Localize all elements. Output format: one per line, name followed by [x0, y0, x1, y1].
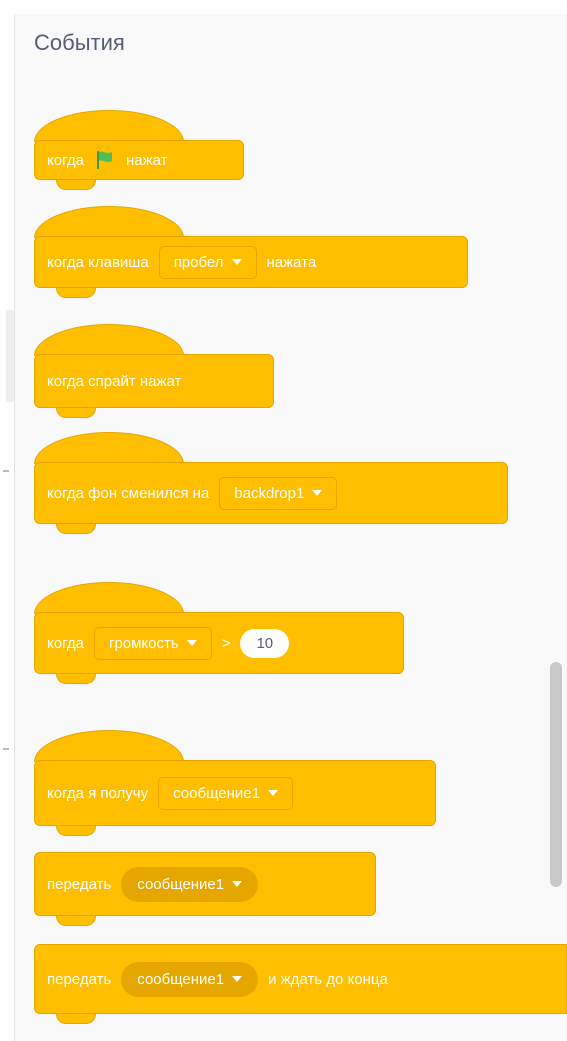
block-label: нажат	[125, 151, 168, 169]
block-body: когда я получу сообщение1	[34, 760, 436, 826]
block-label: передать	[47, 970, 112, 988]
grey-strip	[6, 310, 14, 402]
when-i-receive-block[interactable]: когда я получу сообщение1	[34, 730, 436, 836]
block-body: когда клавиша пробел нажата	[34, 236, 468, 288]
block-label: передать	[47, 875, 112, 893]
when-greater-than-block[interactable]: когда громкость > 10	[34, 582, 404, 684]
left-gutter	[0, 0, 14, 1041]
dropdown-value: сообщение1	[137, 875, 225, 893]
gutter-tick	[3, 470, 9, 472]
gutter-tick	[3, 748, 9, 750]
key-dropdown[interactable]: пробел	[158, 245, 257, 279]
dropdown-value: сообщение1	[173, 784, 260, 802]
block-notch	[56, 288, 96, 298]
block-label: когда я получу	[47, 784, 149, 802]
block-notch	[56, 180, 96, 190]
block-label: когда	[47, 634, 84, 652]
block-notch	[56, 826, 96, 836]
backdrop-dropdown[interactable]: backdrop1	[219, 476, 338, 510]
block-body: передать сообщение1 и ждать до конца	[34, 944, 567, 1014]
broadcast-and-wait-block[interactable]: передать сообщение1 и ждать до конца	[34, 944, 567, 1024]
chevron-down-icon	[232, 976, 243, 982]
block-notch	[56, 674, 96, 684]
when-key-pressed-block[interactable]: когда клавиша пробел нажата	[34, 206, 468, 298]
chevron-down-icon	[231, 259, 242, 265]
block-label: когда фон сменился на	[47, 484, 210, 502]
chevron-down-icon	[267, 790, 278, 796]
block-body: когда фон сменился на backdrop1	[34, 462, 508, 524]
dropdown-value: громкость	[108, 634, 179, 652]
chevron-down-icon	[232, 881, 243, 887]
block-notch	[56, 1014, 96, 1024]
dropdown-value: пробел	[173, 253, 224, 271]
when-flag-clicked-block[interactable]: когда нажат	[34, 110, 244, 190]
dropdown-value: backdrop1	[234, 484, 305, 502]
category-title: События	[34, 30, 125, 55]
block-notch	[56, 916, 96, 926]
vertical-scrollbar[interactable]	[550, 662, 562, 887]
block-body: когда громкость > 10	[34, 612, 404, 674]
block-body: когда нажат	[34, 140, 244, 180]
message-dropdown[interactable]: сообщение1	[158, 776, 293, 810]
dropdown-value: сообщение1	[137, 970, 225, 988]
block-label: и ждать до конца	[268, 970, 388, 988]
block-notch	[56, 524, 96, 534]
value-input[interactable]: 10	[240, 628, 290, 658]
block-body: когда спрайт нажат	[34, 354, 274, 408]
block-notch	[56, 408, 96, 418]
block-label: когда спрайт нажат	[47, 372, 182, 390]
message-dropdown[interactable]: сообщение1	[121, 961, 259, 997]
block-body: передать сообщение1	[34, 852, 376, 916]
block-label: когда	[47, 151, 84, 169]
when-sprite-clicked-block[interactable]: когда спрайт нажат	[34, 324, 274, 418]
chevron-down-icon	[186, 640, 197, 646]
chevron-down-icon	[312, 490, 323, 496]
when-backdrop-switches-block[interactable]: когда фон сменился на backdrop1	[34, 432, 508, 534]
sensor-dropdown[interactable]: громкость	[93, 626, 212, 660]
green-flag-icon	[96, 151, 112, 169]
broadcast-block[interactable]: передать сообщение1	[34, 852, 376, 926]
block-label: когда клавиша	[47, 253, 149, 271]
operator-label: >	[221, 634, 231, 652]
message-dropdown[interactable]: сообщение1	[121, 866, 259, 902]
block-label: нажата	[266, 253, 317, 271]
